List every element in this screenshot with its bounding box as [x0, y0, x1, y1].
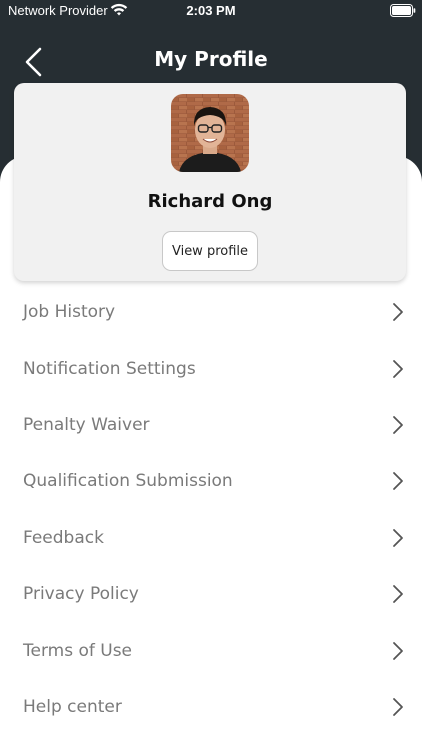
menu-item-job-history[interactable]: Job History [0, 284, 422, 340]
chevron-right-icon [393, 359, 403, 378]
menu-item-notification-settings[interactable]: Notification Settings [0, 340, 422, 396]
chevron-right-icon [393, 416, 403, 434]
menu-item-label: Notification Settings [23, 358, 196, 379]
chevron-right-icon [393, 528, 403, 547]
status-time: 2:03 PM [186, 3, 236, 18]
menu-item-label: Feedback [23, 527, 104, 548]
avatar [171, 94, 249, 172]
menu-item-label: Qualification Submission [23, 471, 233, 492]
page-title: My Profile [154, 47, 268, 71]
profile-card: Richard Ong View profile [14, 83, 406, 281]
status-bar: Network Provider 2:03 PM [0, 0, 422, 22]
menu-item-help-center[interactable]: Help center [0, 679, 422, 735]
profile-name: Richard Ong [147, 191, 273, 212]
menu-item-feedback[interactable]: Feedback [0, 510, 422, 566]
avatar-photo [171, 94, 249, 172]
menu-item-label: Job History [23, 302, 116, 323]
menu-item-label: Terms of Use [23, 640, 133, 661]
chevron-right-icon [393, 472, 403, 491]
chevron-right-icon [393, 303, 403, 322]
menu-item-label: Help center [23, 696, 122, 717]
menu-item-label: Penalty Waiver [23, 414, 150, 435]
chevron-right-icon [393, 585, 403, 604]
chevron-right-icon [393, 698, 403, 716]
menu-item-label: Privacy Policy [23, 584, 139, 605]
menu-item-penalty-waiver[interactable]: Penalty Waiver [0, 397, 422, 453]
menu-item-terms-of-use[interactable]: Terms of Use [0, 622, 422, 678]
chevron-right-icon [393, 641, 403, 660]
battery-icon [390, 4, 416, 17]
menu-item-privacy-policy[interactable]: Privacy Policy [0, 566, 422, 622]
view-profile-button[interactable]: View profile [162, 231, 258, 271]
menu-item-qualification-submission[interactable]: Qualification Submission [0, 453, 422, 509]
menu-list: Job History Notification Settings Penalt… [0, 284, 422, 735]
